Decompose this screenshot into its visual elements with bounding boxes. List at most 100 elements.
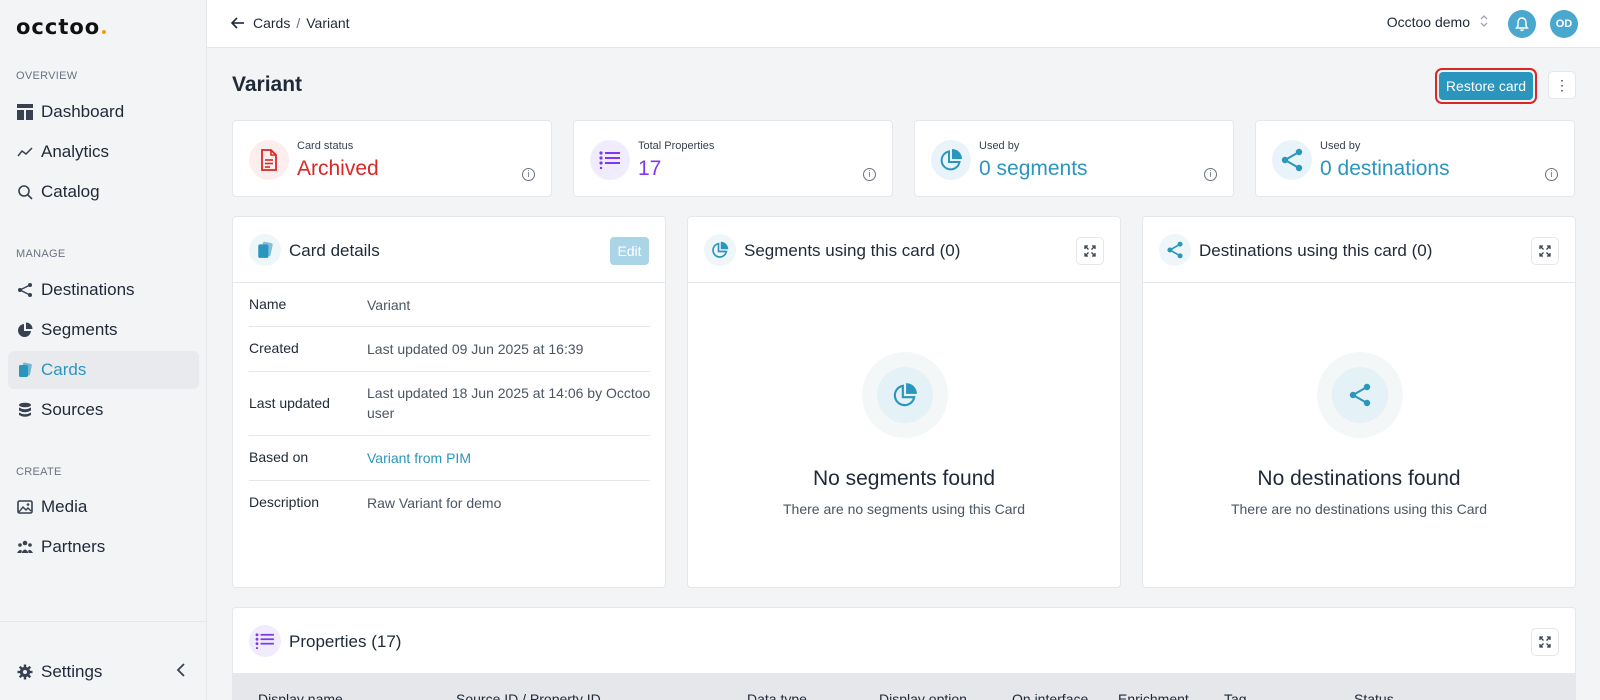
- stat-label: Card status: [297, 140, 354, 152]
- detail-row-last-updated: Last updated Last updated 18 Jun 2025 at…: [249, 372, 650, 436]
- empty-state-icon: [862, 352, 948, 438]
- stat-label: Used by: [979, 140, 1020, 152]
- section-label-create: CREATE: [16, 466, 62, 478]
- collapse-sidebar-icon[interactable]: [172, 661, 190, 679]
- share-icon: [1332, 367, 1388, 423]
- edit-button[interactable]: Edit: [610, 237, 649, 265]
- expand-icon[interactable]: [1531, 628, 1559, 656]
- detail-label: Created: [249, 340, 299, 356]
- sidebar-item-label: Analytics: [41, 142, 110, 161]
- sidebar: occtoo OVERVIEW Dashboard Analytics Cata…: [0, 0, 207, 700]
- user-avatar[interactable]: OD: [1550, 10, 1578, 38]
- info-icon[interactable]: i: [863, 168, 876, 181]
- detail-value: Last updated 18 Jun 2025 at 14:06 by Occ…: [367, 385, 651, 421]
- detail-label: Based on: [249, 449, 309, 465]
- column-header[interactable]: Data type: [747, 691, 807, 700]
- sidebar-item-analytics[interactable]: Analytics: [8, 133, 199, 171]
- breadcrumb-link-cards[interactable]: Cards: [253, 15, 290, 31]
- sidebar-item-sources[interactable]: Sources: [8, 391, 199, 429]
- sidebar-item-label: Dashboard: [41, 102, 125, 121]
- sidebar-item-partners[interactable]: Partners: [8, 528, 199, 566]
- topbar: Cards / Variant Occtoo demo OD: [207, 0, 1600, 48]
- section-label-overview: OVERVIEW: [16, 70, 78, 82]
- stat-card-destinations: Used by 0 destinations i: [1255, 120, 1575, 197]
- pie-chart-icon: [931, 140, 971, 180]
- column-header[interactable]: Status: [1354, 691, 1394, 700]
- column-header[interactable]: Enrichment: [1118, 691, 1189, 700]
- stat-value-destinations: 0 destinations: [1320, 157, 1450, 180]
- panel-title: Destinations using this card (0): [1199, 241, 1433, 260]
- organization-select[interactable]: Occtoo demo: [1387, 14, 1488, 30]
- detail-value: Last updated 09 Jun 2025 at 16:39: [367, 341, 584, 357]
- section-label-manage: MANAGE: [16, 248, 66, 260]
- logo-text: occtoo: [16, 15, 101, 39]
- stat-card-status: Card status Archived i: [232, 120, 552, 197]
- detail-label: Description: [249, 494, 320, 510]
- card-details-panel: Card details Edit Name Variant Created L…: [232, 216, 666, 588]
- stat-value-status: Archived: [297, 157, 379, 180]
- trend-line-icon: [16, 144, 33, 161]
- detail-value: Variant: [367, 297, 411, 313]
- column-header[interactable]: Tag: [1224, 691, 1247, 700]
- detail-row-description: Description Raw Variant for demo: [249, 481, 650, 526]
- panel-header: Segments using this card (0): [688, 217, 1120, 283]
- sidebar-item-label: Catalog: [41, 182, 100, 201]
- based-on-link[interactable]: Variant from PIM: [367, 448, 471, 468]
- sidebar-item-cards[interactable]: Cards: [8, 351, 199, 389]
- share-icon: [16, 282, 33, 299]
- stat-value-segments: 0 segments: [979, 157, 1088, 180]
- panel-title: Properties (17): [289, 632, 402, 651]
- sidebar-item-segments[interactable]: Segments: [8, 311, 199, 349]
- panel-header: Card details Edit: [233, 217, 665, 283]
- panel-title: Card details: [289, 241, 380, 260]
- empty-state-title: No segments found: [812, 467, 996, 490]
- share-icon: [1159, 234, 1191, 266]
- image-icon: [16, 499, 33, 516]
- column-header[interactable]: Display name: [258, 691, 343, 700]
- pie-chart-icon: [16, 322, 33, 339]
- sidebar-item-label: Segments: [41, 320, 118, 339]
- detail-label: Last updated: [249, 395, 330, 411]
- share-icon: [1272, 140, 1312, 180]
- sidebar-item-catalog[interactable]: Catalog: [8, 173, 199, 211]
- sidebar-item-dashboard[interactable]: Dashboard: [8, 93, 199, 131]
- panel-header: Destinations using this card (0): [1143, 217, 1575, 283]
- info-icon[interactable]: i: [522, 168, 535, 181]
- properties-panel: Properties (17) Display name Source ID /…: [232, 607, 1576, 700]
- column-header[interactable]: Source ID / Property ID: [456, 691, 601, 700]
- empty-state-icon: [1317, 352, 1403, 438]
- pie-chart-icon: [877, 367, 933, 423]
- stat-value-total-properties: 17: [638, 157, 662, 180]
- detail-row-name: Name Variant: [249, 283, 650, 327]
- segments-panel: Segments using this card (0) No segments…: [687, 216, 1121, 588]
- panel-title: Segments using this card (0): [744, 241, 961, 260]
- chevron-up-down-icon: [1480, 14, 1488, 30]
- sidebar-item-destinations[interactable]: Destinations: [8, 271, 199, 309]
- people-icon: [16, 539, 33, 556]
- column-header[interactable]: Display option: [879, 691, 967, 700]
- page-title: Variant: [232, 73, 303, 96]
- back-arrow-icon[interactable]: [231, 16, 245, 30]
- sidebar-item-settings[interactable]: Settings: [8, 653, 158, 691]
- more-options-icon[interactable]: ⋮: [1548, 71, 1576, 99]
- document-icon: [249, 140, 289, 180]
- restore-card-button[interactable]: Restore card: [1439, 72, 1533, 100]
- sidebar-item-media[interactable]: Media: [8, 488, 199, 526]
- info-icon[interactable]: i: [1545, 168, 1558, 181]
- column-header[interactable]: On interface: [1012, 691, 1088, 700]
- detail-row-based-on: Based on Variant from PIM: [249, 436, 650, 481]
- sidebar-item-label: Settings: [41, 662, 103, 681]
- sidebar-item-label: Partners: [41, 537, 106, 556]
- dashboard-icon: [16, 104, 33, 121]
- detail-row-created: Created Last updated 09 Jun 2025 at 16:3…: [249, 327, 650, 372]
- sidebar-divider: [0, 621, 206, 622]
- stat-label: Total Properties: [638, 140, 715, 152]
- stat-card-total-properties: Total Properties 17 i: [573, 120, 893, 197]
- expand-icon[interactable]: [1076, 237, 1104, 265]
- info-icon[interactable]: i: [1204, 168, 1217, 181]
- detail-value: Raw Variant for demo: [367, 495, 502, 511]
- expand-icon[interactable]: [1531, 237, 1559, 265]
- occtoo-logo[interactable]: occtoo: [16, 15, 107, 39]
- notifications-bell-icon[interactable]: [1508, 10, 1536, 38]
- empty-state-title: No destinations found: [1257, 467, 1461, 490]
